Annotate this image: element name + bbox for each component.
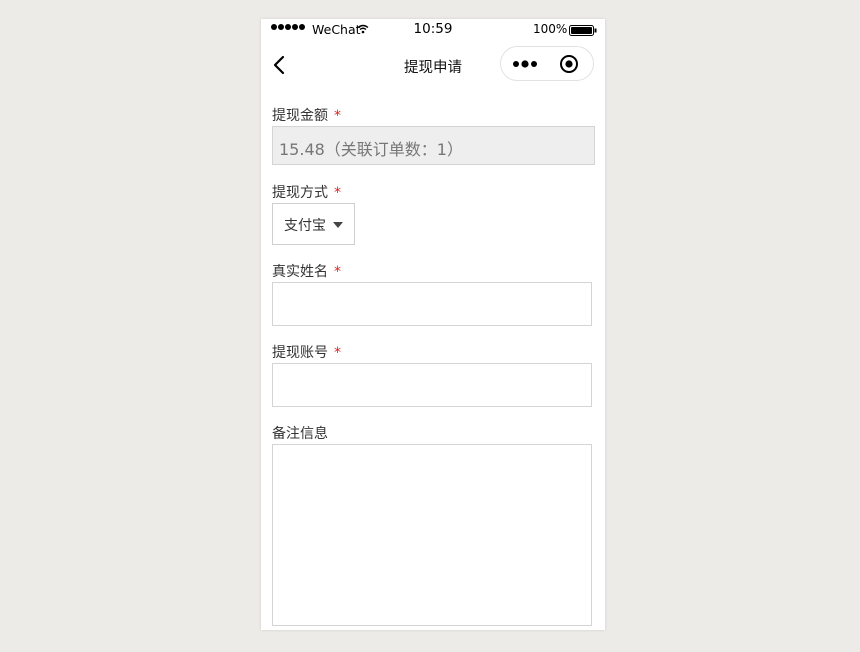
more-icon[interactable] [512, 57, 538, 71]
required-mark: * [334, 108, 341, 124]
method-label: 提现方式 * [272, 182, 341, 202]
real-name-input[interactable] [272, 282, 592, 326]
real-name-label: 真实姓名 * [272, 261, 341, 281]
battery-percent: 100% [533, 22, 568, 36]
method-selected-value: 支付宝 [284, 218, 326, 234]
status-bar: WeChat 10:59 100% [261, 19, 605, 41]
miniprogram-capsule [500, 46, 594, 81]
nav-bar: 提现申请 [261, 45, 605, 83]
real-name-label-text: 真实姓名 [272, 264, 328, 280]
amount-label-text: 提现金额 [272, 108, 328, 124]
remark-label: 备注信息 [272, 426, 328, 442]
chevron-down-icon [333, 222, 343, 228]
amount-field: 15.48（关联订单数：1） [272, 126, 595, 165]
account-input[interactable] [272, 363, 592, 407]
amount-label: 提现金额 * [272, 105, 341, 125]
account-label: 提现账号 * [272, 342, 341, 362]
remark-textarea[interactable] [272, 444, 592, 626]
method-select[interactable]: 支付宝 [272, 203, 355, 245]
required-mark: * [334, 345, 341, 361]
phone-screen: WeChat 10:59 100% 提现申请 提现金额 * 15.48（关联订单… [261, 19, 605, 630]
required-mark: * [334, 185, 341, 201]
required-mark: * [334, 264, 341, 280]
account-label-text: 提现账号 [272, 345, 328, 361]
battery-icon [569, 25, 597, 36]
method-label-text: 提现方式 [272, 185, 328, 201]
close-miniprogram-icon[interactable] [559, 54, 579, 74]
